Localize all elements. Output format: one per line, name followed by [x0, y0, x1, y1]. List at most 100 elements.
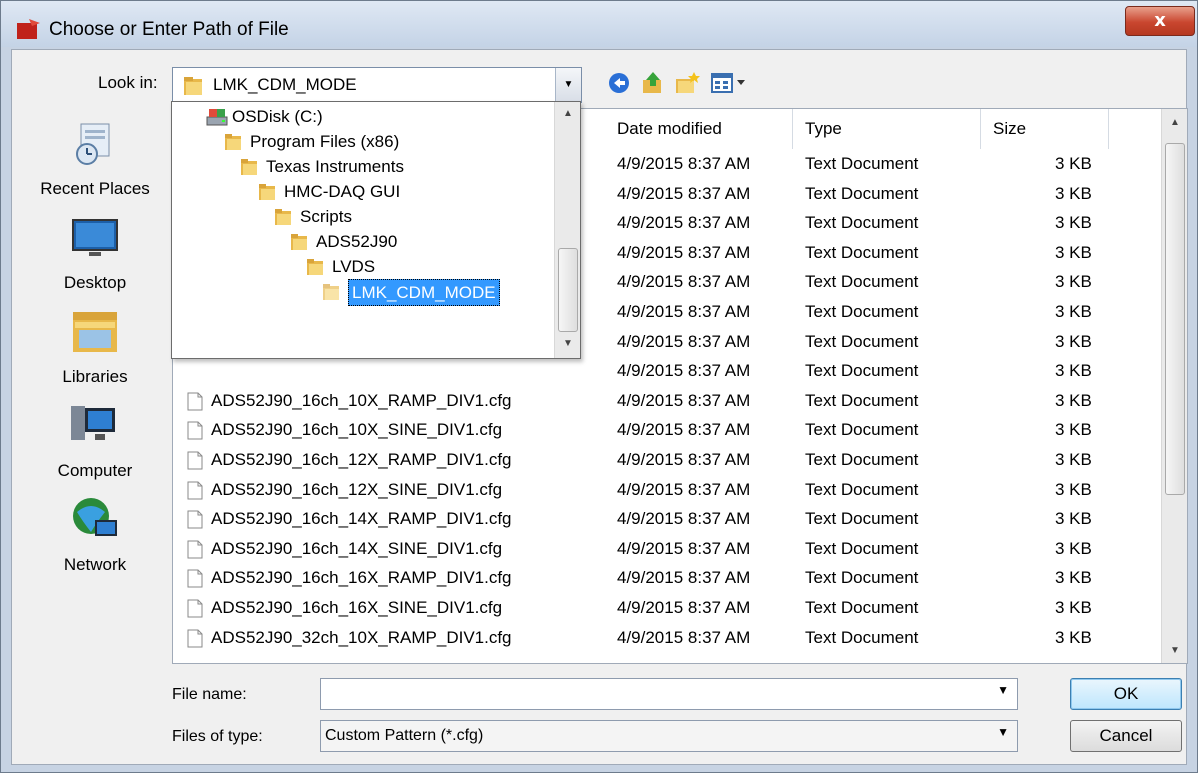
table-row[interactable]: ADS52J90_16ch_10X_RAMP_DIV1.cfg 4/9/2015 …: [173, 386, 1163, 416]
table-row[interactable]: ADS52J90_16ch_16X_RAMP_DIV1.cfg 4/9/2015 …: [173, 563, 1163, 593]
place-label: Computer: [57, 461, 133, 480]
size-cell: 3 KB: [1055, 272, 1092, 292]
cancel-button[interactable]: Cancel: [1070, 720, 1182, 752]
text-document-icon: [187, 421, 203, 440]
scroll-down-icon[interactable]: ▼: [1162, 645, 1187, 656]
date-cell: 4/9/2015 8:37 AM: [617, 302, 751, 321]
dropdown-item-label: Texas Instruments: [266, 157, 404, 176]
file-name-label: File name:: [172, 686, 247, 703]
type-cell: Text Document: [805, 331, 919, 351]
folder-icon: [225, 134, 241, 150]
table-row[interactable]: ADS52J90_16ch_14X_SINE_DIV1.cfg 4/9/2015 …: [173, 534, 1163, 564]
size-cell: 3 KB: [1055, 361, 1092, 381]
file-name-cell: ADS52J90_16ch_14X_RAMP_DIV1.cfg: [211, 509, 512, 529]
date-cell: 4/9/2015 8:37 AM: [617, 598, 751, 617]
place-desktop[interactable]: Desktop: [22, 210, 168, 293]
file-name-cell: ADS52J90_16ch_14X_SINE_DIV1.cfg: [211, 538, 503, 558]
scrollbar-thumb[interactable]: [1165, 143, 1185, 495]
folder-icon: [291, 234, 307, 250]
type-cell: Text Document: [805, 568, 919, 588]
file-name-cell: ADS52J90_16ch_16X_SINE_DIV1.cfg: [211, 598, 503, 617]
date-cell: 4/9/2015 8:37 AM: [617, 213, 751, 233]
place-label: Libraries: [62, 367, 128, 386]
text-document-icon: [187, 481, 203, 500]
place-network[interactable]: Network: [22, 492, 168, 575]
text-document-icon: [187, 629, 203, 648]
type-cell: Text Document: [805, 390, 919, 410]
places-bar: Recent Places Desktop Libraries Computer…: [22, 108, 168, 658]
type-cell: Text Document: [805, 479, 919, 499]
view-menu-icon[interactable]: [710, 70, 750, 96]
table-row[interactable]: ADS52J90_16ch_12X_SINE_DIV1.cfg 4/9/2015 …: [173, 475, 1163, 505]
date-cell: 4/9/2015 8:37 AM: [617, 538, 751, 558]
file-name-cell: ADS52J90_16ch_10X_SINE_DIV1.cfg: [211, 420, 503, 440]
recent-places-icon: [76, 123, 110, 165]
look-in-label: Look in:: [98, 73, 158, 92]
table-row[interactable]: ADS52J90_16ch_12X_RAMP_DIV1.cfg 4/9/2015 …: [173, 445, 1163, 475]
column-header-size[interactable]: Size: [981, 109, 1109, 149]
scroll-up-icon[interactable]: ▲: [555, 108, 581, 119]
table-row[interactable]: 4/9/2015 8:37 AM Text Document 3 KB: [173, 356, 1163, 386]
type-cell: Text Document: [805, 538, 919, 558]
chevron-down-icon[interactable]: ▼: [997, 725, 1009, 739]
date-cell: 4/9/2015 8:37 AM: [617, 420, 751, 440]
file-name-cell: ADS52J90_16ch_12X_SINE_DIV1.cfg: [211, 479, 503, 499]
look-in-value: LMK_CDM_MODE: [213, 75, 357, 94]
size-cell: 3 KB: [1055, 509, 1092, 529]
up-folder-icon[interactable]: [640, 70, 666, 96]
date-cell: 4/9/2015 8:37 AM: [617, 568, 751, 588]
back-icon[interactable]: [606, 70, 632, 96]
scroll-up-icon[interactable]: ▲: [1162, 117, 1187, 128]
table-row[interactable]: ADS52J90_16ch_10X_SINE_DIV1.cfg 4/9/2015 …: [173, 415, 1163, 445]
date-cell: 4/9/2015 8:37 AM: [617, 390, 751, 410]
column-header-date[interactable]: Date modified: [605, 109, 793, 149]
window-title: Choose or Enter Path of File: [49, 19, 289, 40]
dropdown-scrollbar[interactable]: ▲ ▼: [554, 102, 580, 358]
app-icon: [17, 19, 40, 39]
dropdown-item-label: Scripts: [300, 207, 352, 226]
type-cell: Text Document: [805, 213, 919, 233]
libraries-icon: [73, 312, 117, 352]
dropdown-item-label: LVDS: [332, 257, 376, 276]
type-cell: Text Document: [805, 183, 919, 203]
text-document-icon: [187, 540, 203, 559]
date-cell: 4/9/2015 8:37 AM: [617, 361, 751, 381]
look-in-combo[interactable]: LMK_CDM_MODE ▼: [172, 67, 582, 103]
chevron-down-icon[interactable]: ▼: [555, 68, 581, 102]
scroll-down-icon[interactable]: ▼: [555, 338, 581, 349]
type-cell: Text Document: [805, 598, 919, 617]
type-cell: Text Document: [805, 361, 919, 381]
size-cell: 3 KB: [1055, 568, 1092, 588]
ok-button[interactable]: OK: [1070, 678, 1182, 710]
size-cell: 3 KB: [1055, 213, 1092, 233]
place-recent-places[interactable]: Recent Places: [22, 116, 168, 199]
size-cell: 3 KB: [1055, 450, 1092, 469]
file-name-input[interactable]: ▼: [320, 678, 1018, 710]
close-button[interactable]: x: [1125, 6, 1195, 36]
date-cell: 4/9/2015 8:37 AM: [617, 154, 751, 173]
size-cell: 3 KB: [1055, 598, 1092, 617]
new-folder-icon[interactable]: [674, 70, 700, 96]
vertical-scrollbar[interactable]: ▲ ▼: [1161, 109, 1187, 663]
table-row[interactable]: ADS52J90_32ch_10X_RAMP_DIV1.cfg 4/9/2015 …: [173, 623, 1163, 653]
size-cell: 3 KB: [1055, 420, 1092, 440]
file-type-select[interactable]: Custom Pattern (*.cfg) ▼: [320, 720, 1018, 752]
chevron-down-icon[interactable]: ▼: [997, 683, 1009, 697]
table-row[interactable]: ADS52J90_16ch_14X_RAMP_DIV1.cfg 4/9/2015 …: [173, 504, 1163, 534]
size-cell: 3 KB: [1055, 302, 1092, 321]
file-name-cell: ADS52J90_16ch_10X_RAMP_DIV1.cfg: [211, 390, 512, 410]
look-in-dropdown: OSDisk (C:) Program Files (x86) Texas Inst…: [171, 101, 581, 359]
type-cell: Text Document: [805, 509, 919, 529]
place-label: Network: [63, 555, 127, 574]
column-header-type[interactable]: Type: [793, 109, 981, 149]
place-libraries[interactable]: Libraries: [22, 304, 168, 387]
table-row[interactable]: ADS52J90_16ch_16X_SINE_DIV1.cfg 4/9/2015 …: [173, 593, 1163, 623]
size-cell: 3 KB: [1055, 183, 1092, 203]
size-cell: 3 KB: [1055, 479, 1092, 499]
file-type-value: Custom Pattern (*.cfg): [325, 727, 484, 744]
place-label: Desktop: [63, 273, 127, 292]
scrollbar-thumb[interactable]: [558, 248, 578, 332]
place-computer[interactable]: Computer: [22, 398, 168, 481]
type-cell: Text Document: [805, 242, 919, 262]
title-bar: Choose or Enter Path of File x: [1, 1, 1197, 47]
